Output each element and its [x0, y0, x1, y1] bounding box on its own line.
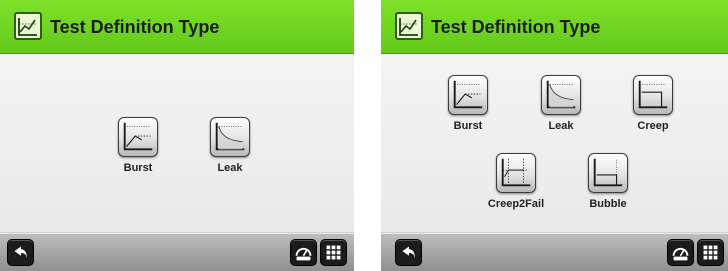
chart-icon [14, 12, 42, 40]
chart-icon [395, 12, 423, 40]
test-tile-creep[interactable]: Creep [618, 75, 688, 132]
test-type-grid: Burst Leak Creep Creep2Fail Bubble [381, 55, 728, 233]
grid-menu-icon[interactable] [697, 239, 724, 266]
footer-bar [0, 234, 354, 271]
test-tile-leak[interactable]: Leak [195, 117, 265, 174]
header-bar: Test Definition Type [0, 0, 354, 54]
test-tile-creep2fail[interactable]: Creep2Fail [481, 153, 551, 210]
creep2fail-chart-icon[interactable] [496, 153, 536, 193]
leak-chart-icon[interactable] [210, 117, 250, 157]
burst-chart-icon[interactable] [448, 75, 488, 115]
leak-chart-icon[interactable] [541, 75, 581, 115]
page-title: Test Definition Type [431, 17, 601, 37]
test-tile-burst[interactable]: Burst [103, 117, 173, 174]
test-tile-bubble[interactable]: Bubble [573, 153, 643, 210]
test-type-grid: Burst Leak [0, 55, 354, 233]
tile-label: Bubble [589, 198, 627, 210]
test-tile-leak[interactable]: Leak [526, 75, 596, 132]
gauge-icon[interactable] [667, 239, 694, 266]
back-arrow-icon[interactable] [395, 239, 422, 266]
creep-chart-icon[interactable] [633, 75, 673, 115]
header-bar: Test Definition Type [381, 0, 728, 54]
footer-bar [381, 234, 728, 271]
tile-label: Creep2Fail [487, 198, 545, 210]
gauge-icon[interactable] [290, 239, 317, 266]
tile-label: Burst [123, 162, 153, 174]
tile-label: Burst [453, 120, 483, 132]
grid-menu-icon[interactable] [320, 239, 347, 266]
page-title: Test Definition Type [50, 17, 220, 37]
test-tile-burst[interactable]: Burst [433, 75, 503, 132]
burst-chart-icon[interactable] [118, 117, 158, 157]
bubble-chart-icon[interactable] [588, 153, 628, 193]
test-definition-panel-right: Test Definition Type Burst Leak Creep Cr… [381, 0, 728, 271]
tile-label: Leak [548, 120, 574, 132]
back-arrow-icon[interactable] [7, 239, 34, 266]
tile-label: Creep [637, 120, 669, 132]
tile-label: Leak [217, 162, 243, 174]
test-definition-panel-left: Test Definition Type Burst Leak [0, 0, 354, 271]
